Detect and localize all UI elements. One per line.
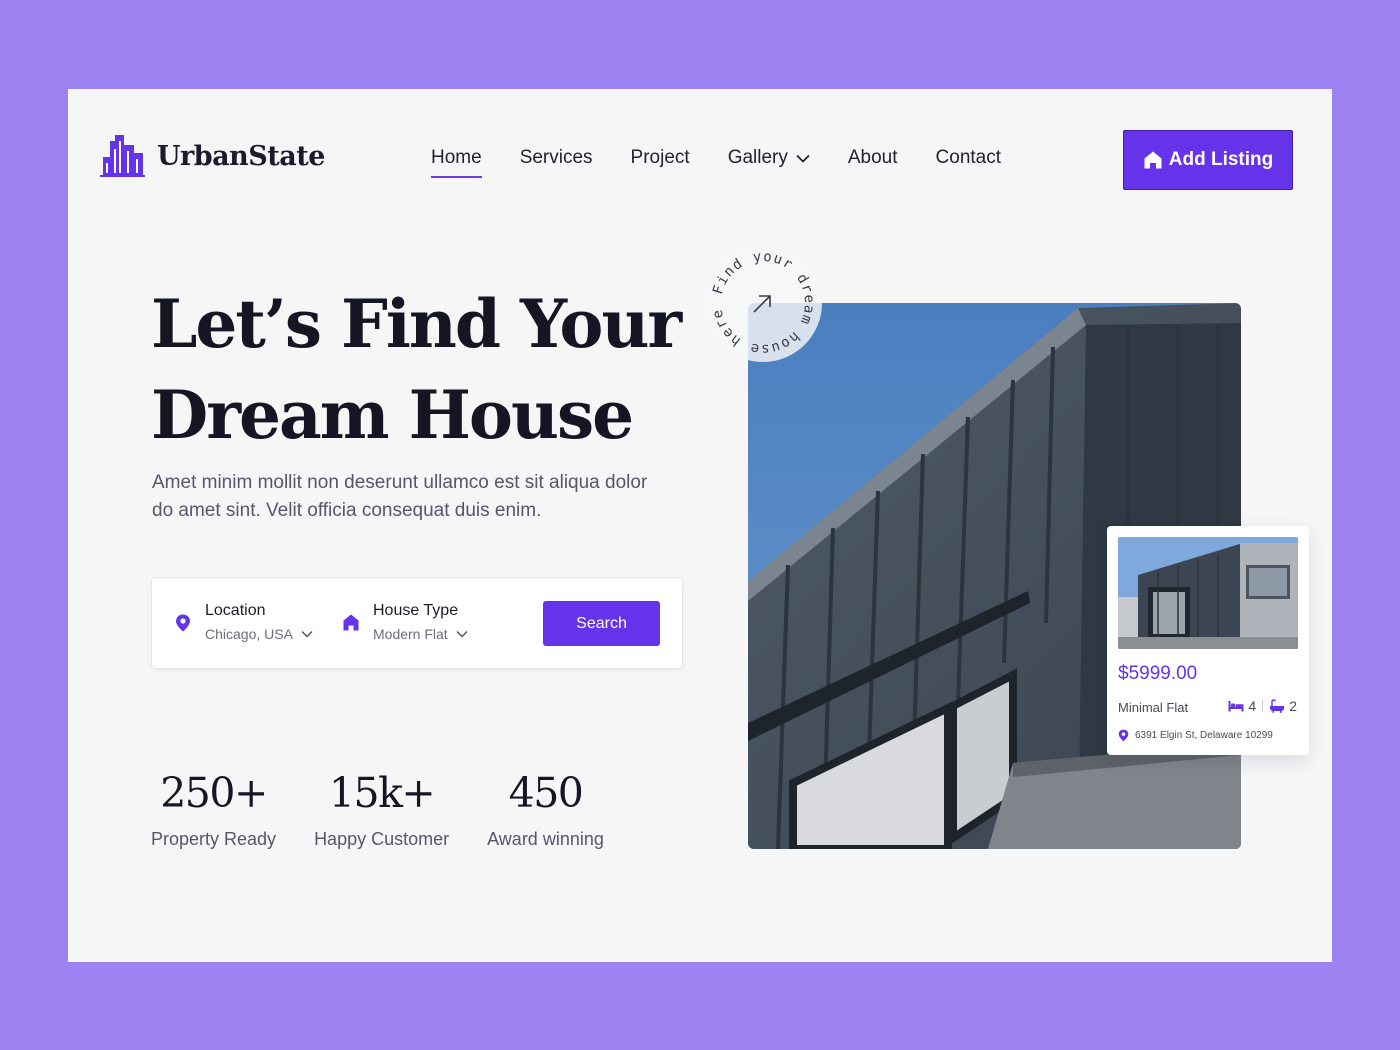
listing-meta: 4 2 <box>1228 698 1297 714</box>
bed-icon <box>1228 701 1244 712</box>
stat-label: Property Ready <box>151 829 277 849</box>
location-dropdown[interactable]: Chicago, USA <box>205 626 313 642</box>
listing-baths: 2 <box>1289 698 1297 714</box>
add-listing-label: Add Listing <box>1168 149 1274 170</box>
nav-gallery[interactable]: Gallery <box>728 147 810 169</box>
chevron-down-icon <box>796 154 810 163</box>
hero-title-line2: Dream House <box>151 376 634 454</box>
chevron-down-icon <box>456 630 468 638</box>
search-card: Location Chicago, USA House Type Modern … <box>151 577 683 669</box>
house-icon <box>1144 151 1162 169</box>
house-icon <box>343 614 359 631</box>
page-container: UrbanState Home Services Project Gallery… <box>68 89 1332 962</box>
search-button[interactable]: Search <box>543 601 660 646</box>
brand-name: UrbanState <box>157 140 325 172</box>
listing-thumbnail-image <box>1118 537 1298 649</box>
stat-award-winning: 450 Award winning <box>487 767 604 850</box>
stat-property-ready: 250+ Property Ready <box>151 767 276 850</box>
house-type-dropdown[interactable]: Modern Flat <box>373 626 468 642</box>
location-pin-icon <box>176 614 190 632</box>
nav-gallery-label: Gallery <box>727 147 788 168</box>
location-label: Location <box>205 602 266 619</box>
main-nav: Home Services Project Gallery About Cont… <box>431 147 1001 178</box>
nav-contact[interactable]: Contact <box>936 147 1001 169</box>
find-dream-house-badge[interactable]: Find your dream house here <box>704 244 822 362</box>
add-listing-button[interactable]: Add Listing <box>1123 130 1293 190</box>
stats-row: 250+ Property Ready 15k+ Happy Customer … <box>151 767 604 850</box>
stat-value: 450 <box>508 769 584 817</box>
buildings-logo-icon <box>100 135 145 177</box>
location-field[interactable]: Location Chicago, USA <box>175 602 313 642</box>
listing-name: Minimal Flat <box>1118 700 1189 715</box>
arrow-up-right-icon <box>753 295 771 313</box>
meta-divider <box>1262 700 1264 712</box>
house-type-label: House Type <box>373 602 459 619</box>
hero-title-line1: Let’s Find Your <box>151 285 682 363</box>
location-value: Chicago, USA <box>205 626 293 642</box>
hero-subtitle: Amet minim mollit non deserunt ullamco e… <box>152 472 648 521</box>
house-type-value: Modern Flat <box>373 626 448 642</box>
listing-beds: 4 <box>1248 698 1257 714</box>
listing-address: 6391 Elgin St, Delaware 10299 <box>1118 729 1273 742</box>
house-type-field[interactable]: House Type Modern Flat <box>343 602 468 642</box>
bathtub-icon <box>1270 699 1285 713</box>
stat-label: Award winning <box>487 829 604 849</box>
stat-value: 15k+ <box>328 769 436 817</box>
brand-logo[interactable]: UrbanState <box>100 135 325 177</box>
nav-services[interactable]: Services <box>520 147 593 169</box>
nav-project[interactable]: Project <box>631 147 690 169</box>
stat-value: 250+ <box>160 769 268 817</box>
stat-happy-customer: 15k+ Happy Customer <box>314 767 449 850</box>
chevron-down-icon <box>301 630 313 638</box>
listing-card[interactable]: $5999.00 Minimal Flat 4 2 6391 Elgin St,… <box>1107 526 1309 755</box>
location-pin-icon <box>1118 729 1129 742</box>
listing-address-text: 6391 Elgin St, Delaware 10299 <box>1135 730 1273 741</box>
nav-about[interactable]: About <box>848 147 898 169</box>
stat-label: Happy Customer <box>314 829 450 849</box>
hero-title: Let’s Find Your Dream House <box>151 279 711 461</box>
listing-price: $5999.00 <box>1118 663 1198 684</box>
nav-home[interactable]: Home <box>431 147 482 178</box>
